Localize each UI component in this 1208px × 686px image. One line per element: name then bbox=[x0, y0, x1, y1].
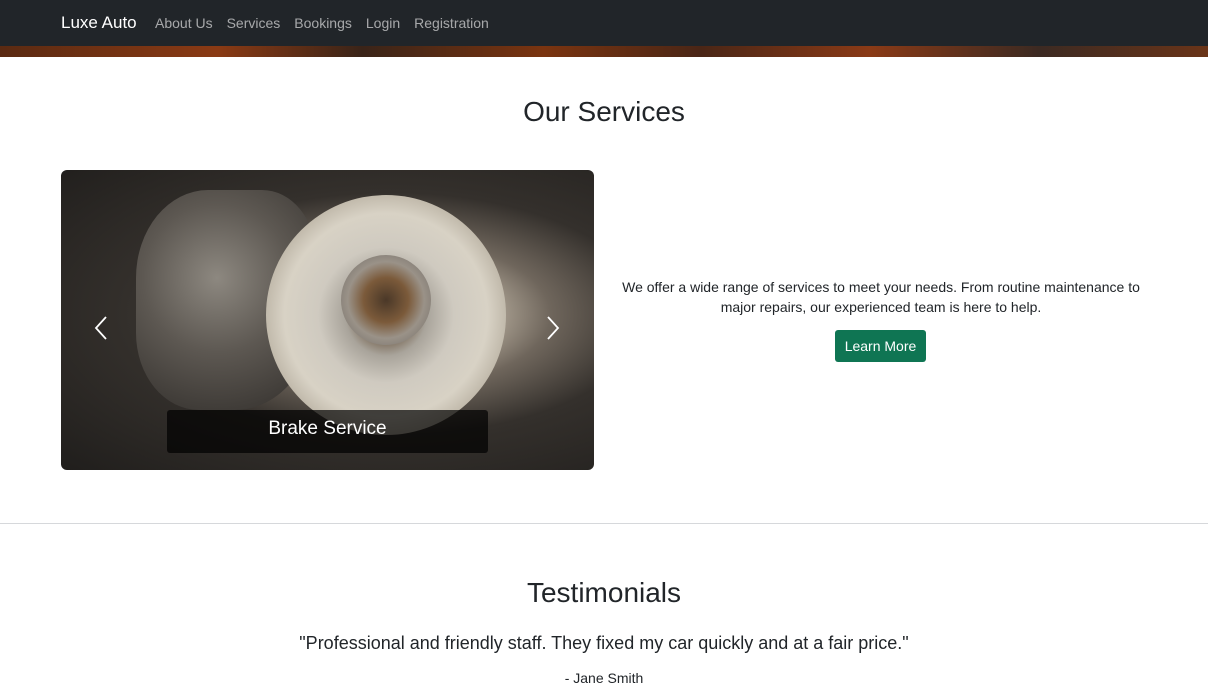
testimonial-quote: "Professional and friendly staff. They f… bbox=[299, 633, 909, 653]
nav-link-services[interactable]: Services bbox=[227, 15, 281, 31]
testimonials-title: Testimonials bbox=[526, 577, 682, 608]
carousel-prev-button[interactable] bbox=[81, 308, 121, 348]
nav-link-bookings[interactable]: Bookings bbox=[294, 15, 352, 31]
services-title: Our Services bbox=[523, 96, 685, 127]
section-divider bbox=[0, 523, 1208, 524]
chevron-right-icon bbox=[547, 316, 560, 340]
testimonial-author: - Jane Smith bbox=[564, 670, 644, 686]
wheel-hub-image bbox=[341, 255, 431, 345]
services-carousel: Brake Service bbox=[61, 170, 594, 470]
carousel-caption: Brake Service bbox=[167, 410, 488, 453]
brand-logo[interactable]: Luxe Auto bbox=[61, 13, 137, 33]
nav-link-login[interactable]: Login bbox=[366, 15, 400, 31]
carousel-next-button[interactable] bbox=[533, 308, 573, 348]
nav-links: About Us Services Bookings Login Registr… bbox=[155, 15, 503, 31]
nav-link-about-us[interactable]: About Us bbox=[155, 15, 213, 31]
nav-link-registration[interactable]: Registration bbox=[414, 15, 489, 31]
navbar: Luxe Auto About Us Services Bookings Log… bbox=[0, 0, 1208, 46]
services-description: We offer a wide range of services to mee… bbox=[622, 279, 1140, 315]
chevron-left-icon bbox=[94, 316, 107, 340]
learn-more-button[interactable]: Learn More bbox=[835, 330, 926, 362]
